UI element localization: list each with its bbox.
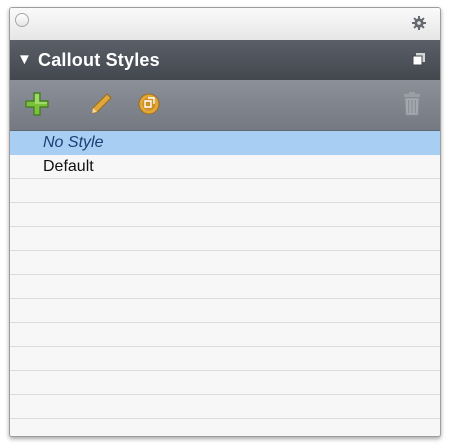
panel-titlebar[interactable] [10, 8, 440, 41]
callout-styles-panel: ▼ Callout Styles No Style Default [9, 7, 441, 437]
collapse-triangle-icon[interactable]: ▼ [17, 51, 32, 69]
panel-header[interactable]: ▼ Callout Styles [10, 40, 440, 80]
trash-icon[interactable] [402, 91, 422, 117]
pencil-icon[interactable] [88, 91, 114, 117]
duplicate-icon[interactable] [136, 91, 162, 117]
close-icon[interactable] [15, 13, 29, 27]
panel-title: Callout Styles [38, 50, 160, 70]
styles-toolbar [10, 80, 440, 131]
panel-menu-icon[interactable] [412, 52, 426, 66]
list-item-default[interactable]: Default [10, 155, 440, 179]
gear-icon[interactable] [411, 15, 427, 31]
plus-icon[interactable] [24, 91, 50, 117]
list-item-no-style[interactable]: No Style [10, 131, 440, 155]
styles-list[interactable]: No Style Default [10, 131, 440, 436]
